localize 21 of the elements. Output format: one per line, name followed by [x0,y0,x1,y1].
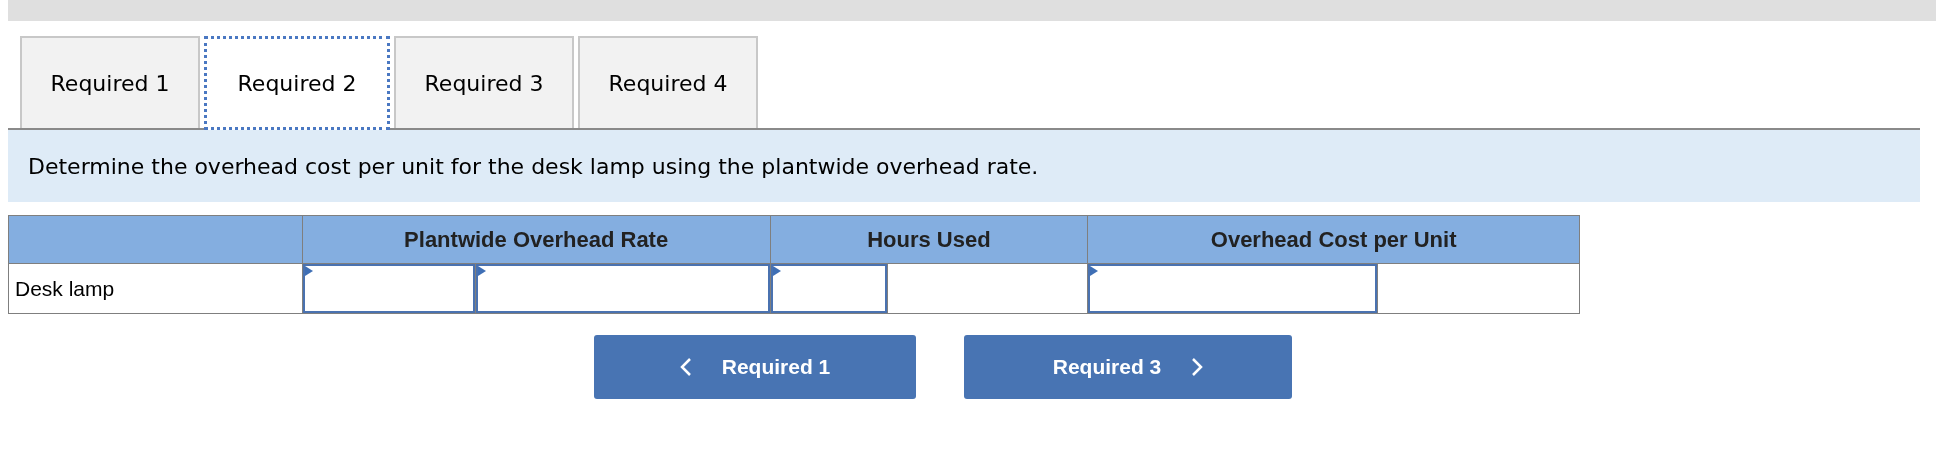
triangle-marker-icon [477,266,486,276]
answer-field[interactable] [302,264,475,313]
tab[interactable]: Required 2 [204,36,390,130]
tab[interactable]: Required 3 [394,36,574,128]
answer-field[interactable] [770,264,888,313]
triangle-marker-icon [772,266,781,276]
column-header: Plantwide Overhead Rate [302,215,770,264]
column-header: Hours Used [770,215,1088,264]
column-header: Overhead Cost per Unit [1087,215,1580,264]
chevron-right-icon [1191,357,1204,377]
tab[interactable]: Required 4 [578,36,758,128]
answer-field[interactable] [1088,264,1378,313]
row-label: Desk lamp [8,263,303,314]
answer-field[interactable] [475,264,770,313]
chevron-left-icon [679,357,692,377]
triangle-marker-icon [304,266,313,276]
previous-button[interactable]: Required 1 [594,335,916,399]
tab[interactable]: Required 1 [20,36,200,128]
instruction-text: Determine the overhead cost per unit for the desk lamp using the plantwide overhead rate. [28,152,1039,181]
next-button[interactable]: Required 3 [964,335,1292,399]
triangle-marker-icon [1090,266,1099,276]
